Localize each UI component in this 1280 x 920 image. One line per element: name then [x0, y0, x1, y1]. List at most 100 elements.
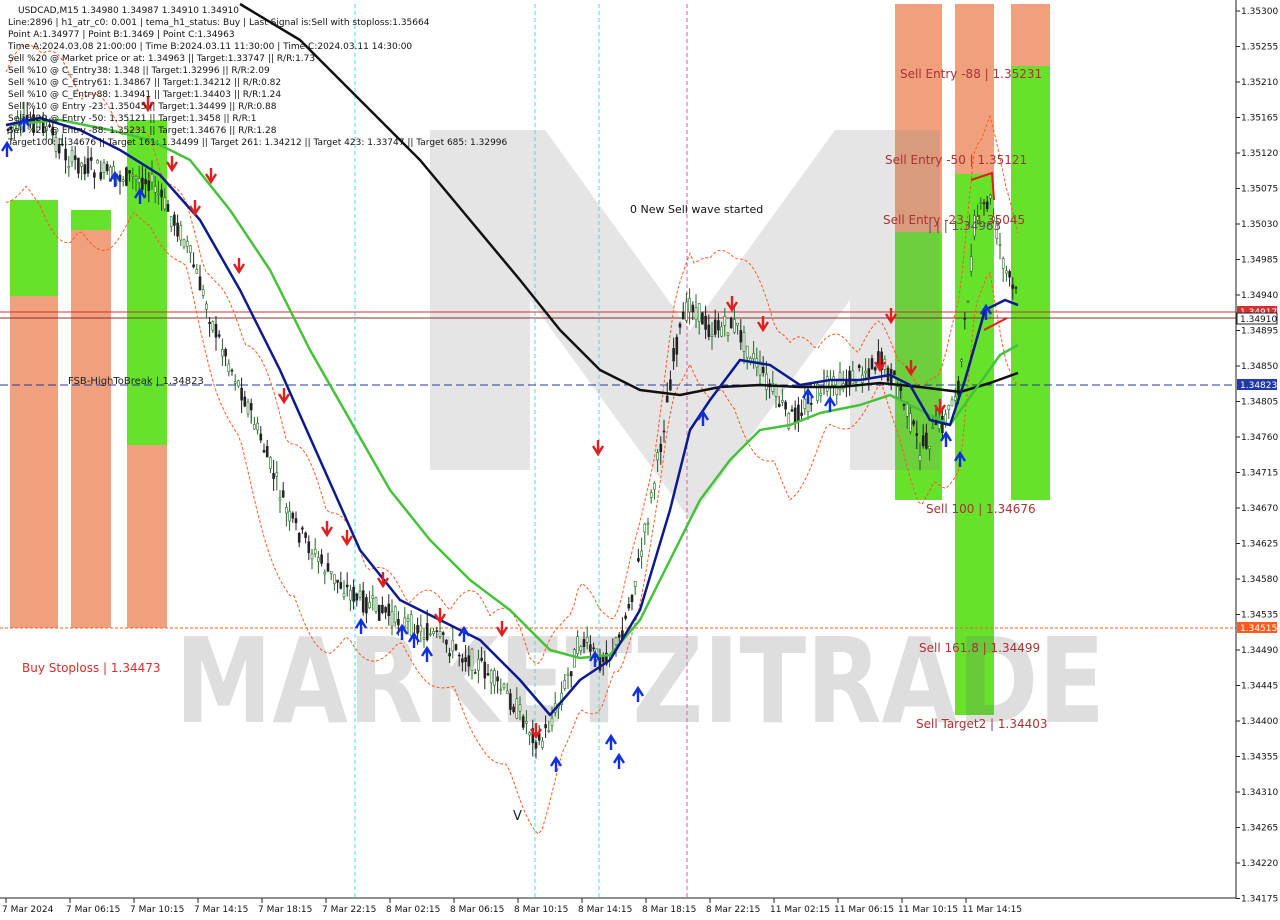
candle-body: [217, 334, 221, 337]
bid-price-tag-text: 1.34910: [1240, 315, 1277, 325]
candle-body: [208, 321, 211, 324]
candle-body: [1008, 271, 1011, 278]
price-tick-label: 1.35075: [1241, 185, 1278, 195]
candle-body: [774, 385, 778, 397]
candle-body: [185, 240, 189, 247]
fsb-price-tag-text: 1.34823: [1240, 381, 1277, 391]
candle-body: [480, 657, 483, 661]
candle-body: [864, 370, 867, 374]
candle-body: [307, 541, 311, 554]
price-tick-label: 1.34625: [1241, 540, 1278, 550]
candle-body: [512, 706, 515, 713]
candle-body: [534, 742, 538, 749]
candle-body: [659, 443, 663, 453]
info-line: Target100: 1.34676 || Target 161: 1.3449…: [7, 138, 508, 148]
candle-body: [547, 730, 551, 732]
candle-body: [64, 148, 67, 161]
candle-body: [227, 363, 231, 372]
candle-body: [377, 604, 381, 621]
candle-body: [579, 646, 583, 652]
candle-body: [960, 359, 963, 362]
candle-body: [99, 172, 103, 180]
sell-entry-88-label: Sell Entry -88 | 1.35231: [900, 67, 1042, 81]
candle-body: [915, 433, 919, 436]
candle-body: [214, 323, 218, 338]
candle-body: [416, 625, 419, 634]
candle-body: [342, 592, 346, 598]
time-tick-label: 11 Mar 10:15: [898, 905, 958, 915]
candle-body: [365, 597, 368, 614]
candle-body: [448, 653, 451, 657]
candle-body: [195, 268, 199, 274]
candle-body: [144, 179, 147, 185]
candle-body: [899, 386, 903, 391]
candle-body: [627, 603, 631, 609]
price-tick-label: 1.34535: [1241, 611, 1278, 621]
candle-body: [278, 497, 282, 501]
candle-body: [246, 401, 250, 415]
candle-body: [729, 317, 733, 329]
candle-body: [624, 615, 627, 619]
candle-body: [582, 639, 586, 648]
candle-body: [867, 368, 871, 378]
candle-body: [777, 403, 781, 407]
candle-body: [704, 315, 707, 330]
candle-body: [422, 637, 426, 640]
candle-body: [137, 178, 141, 183]
candle-body: [953, 396, 957, 401]
candle-body: [326, 563, 330, 572]
candle-body: [192, 264, 195, 268]
candle-body: [256, 422, 259, 431]
stoploss-price-tag-text: 1.34515: [1240, 624, 1277, 634]
candle-body: [336, 579, 339, 583]
candle-body: [697, 303, 701, 322]
candle-body: [390, 611, 394, 627]
candle-body: [797, 404, 800, 422]
price-tick-label: 1.35255: [1241, 43, 1278, 53]
candle-body: [966, 301, 970, 303]
candle-body: [201, 289, 205, 296]
candle-body: [509, 693, 512, 710]
candle-body: [617, 634, 621, 638]
candle-body: [166, 204, 170, 212]
candle-body: [160, 189, 163, 198]
candle-body: [313, 548, 317, 555]
candle-body: [467, 655, 471, 667]
candle-body: [710, 334, 714, 337]
candle-body: [713, 319, 717, 335]
salmon-zone: [955, 4, 994, 174]
chart-canvas[interactable]: MARKETZITRADE V 0 New Sell wave started …: [0, 0, 1280, 920]
candle-body: [275, 472, 279, 477]
price-tick-label: 1.34490: [1241, 646, 1278, 656]
candle-body: [301, 527, 304, 530]
candle-body: [643, 523, 647, 533]
candle-body: [294, 518, 298, 524]
time-tick-label: 7 Mar 2024: [2, 905, 54, 915]
candle-body: [637, 558, 640, 562]
candle-body: [205, 303, 208, 310]
candle-body: [1001, 258, 1005, 269]
info-line: Sell %10 @ C_Entry88: 1.34941 || Target:…: [8, 90, 281, 100]
info-line: Sell %10 @ Entry -23: 1.35045 || Target:…: [8, 102, 277, 112]
candle-body: [825, 376, 829, 392]
candle-body: [803, 398, 807, 409]
candle-body: [233, 381, 237, 384]
candle-body: [403, 617, 407, 627]
candle-body: [909, 413, 912, 432]
candle-body: [352, 587, 355, 602]
price-axis-bg: [1236, 0, 1280, 920]
candle-body: [189, 245, 192, 253]
candle-body: [224, 348, 227, 357]
candle-body: [752, 352, 755, 360]
c-entry-label: | | | 1.34963: [928, 219, 1001, 233]
candle-body: [317, 557, 320, 562]
candle-body: [925, 432, 928, 449]
candle-body: [745, 345, 749, 358]
candle-body: [237, 380, 240, 387]
time-tick-label: 8 Mar 18:15: [642, 905, 696, 915]
candle-body: [304, 532, 307, 538]
candle-body: [873, 367, 877, 371]
price-tick-label: 1.34310: [1241, 788, 1278, 798]
time-tick-label: 8 Mar 02:15: [386, 905, 440, 915]
buy-stoploss-label: Buy Stoploss | 1.34473: [22, 661, 161, 675]
